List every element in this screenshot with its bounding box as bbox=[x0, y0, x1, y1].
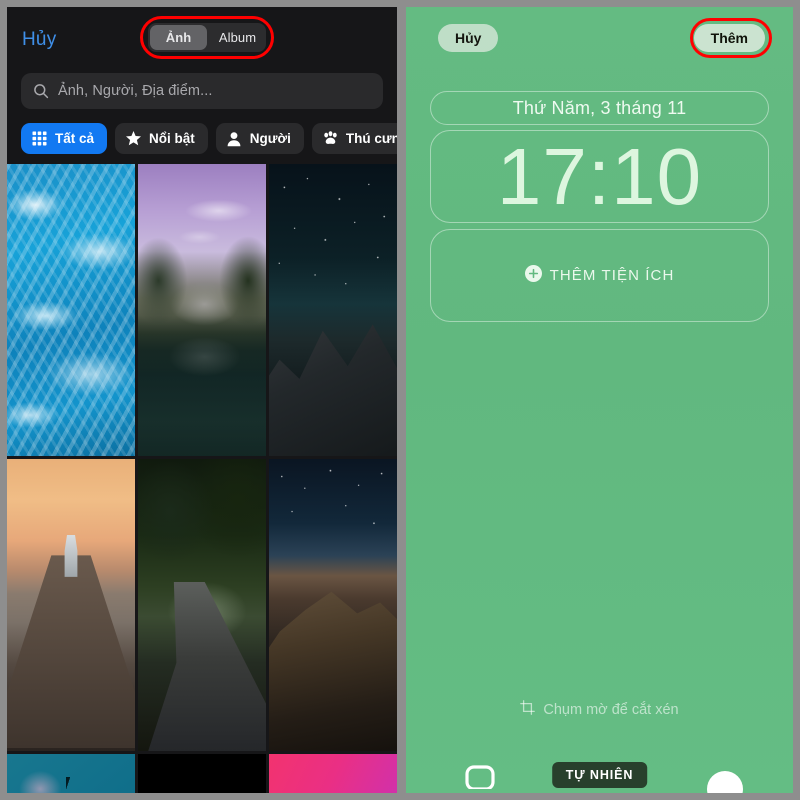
paw-icon bbox=[322, 130, 339, 147]
chip-all[interactable]: Tất cả bbox=[21, 123, 108, 154]
grid-icon bbox=[31, 130, 48, 147]
photo-thumbnail-cloud-burst[interactable] bbox=[138, 754, 266, 793]
flashlight-icon[interactable] bbox=[464, 763, 498, 791]
chip-pets[interactable]: Thú cưng bbox=[311, 123, 397, 154]
crop-hint-text: Chụm mờ để cắt xén bbox=[543, 701, 679, 718]
screenshot-root: Hủy Ảnh Album Ảnh, Người, Địa điểm... Tấ… bbox=[0, 0, 800, 800]
add-widgets-slot[interactable]: THÊM TIỆN ÍCH bbox=[430, 229, 769, 322]
photo-grid[interactable] bbox=[7, 164, 397, 793]
search-placeholder-text: Ảnh, Người, Địa điểm... bbox=[58, 83, 213, 99]
plus-circle-icon bbox=[524, 264, 542, 287]
filter-chips-row[interactable]: Tất cả Nổi bật Người Thú cưn bbox=[21, 123, 397, 154]
chip-featured[interactable]: Nổi bật bbox=[115, 123, 208, 154]
search-input[interactable]: Ảnh, Người, Địa điểm... bbox=[21, 73, 383, 109]
camera-icon[interactable] bbox=[707, 771, 743, 793]
lockscreen-cancel-button[interactable]: Hủy bbox=[438, 24, 499, 52]
photos-albums-segmented-control[interactable]: Ảnh Album bbox=[148, 23, 266, 52]
style-pill-natural[interactable]: TỰ NHIÊN bbox=[551, 762, 648, 788]
cancel-button[interactable]: Hủy bbox=[22, 29, 56, 51]
chip-all-label: Tất cả bbox=[55, 131, 95, 146]
person-icon bbox=[226, 130, 243, 147]
photo-thumbnail-forest-road[interactable] bbox=[138, 459, 266, 751]
tab-albums[interactable]: Album bbox=[209, 23, 266, 52]
chip-pets-label: Thú cưng bbox=[345, 131, 397, 146]
lock-screen-preview-panel: Hủy Thêm Thứ Năm, 3 tháng 11 17:10 THÊM … bbox=[406, 7, 793, 793]
clock-time-text: 17:10 bbox=[496, 131, 703, 221]
photo-picker-panel: Hủy Ảnh Album Ảnh, Người, Địa điểm... Tấ… bbox=[7, 7, 397, 793]
photo-thumbnail-ocean-waves[interactable] bbox=[7, 164, 135, 456]
tab-photos[interactable]: Ảnh bbox=[150, 25, 207, 50]
photo-thumbnail-starry-mountain[interactable] bbox=[269, 164, 397, 456]
photo-thumbnail-palm-tree[interactable] bbox=[7, 754, 135, 793]
lockscreen-add-button[interactable]: Thêm bbox=[693, 24, 765, 52]
chip-people-label: Người bbox=[249, 131, 291, 146]
chip-featured-label: Nổi bật bbox=[149, 131, 195, 146]
photo-thumbnail-night-mountain[interactable] bbox=[269, 459, 397, 751]
crop-icon bbox=[520, 700, 536, 719]
photo-picker-topbar: Hủy Ảnh Album bbox=[7, 7, 397, 64]
date-widget[interactable]: Thứ Năm, 3 tháng 11 bbox=[430, 91, 769, 125]
search-icon bbox=[33, 83, 49, 99]
photo-thumbnail-mountain-lake[interactable] bbox=[138, 164, 266, 456]
chip-people[interactable]: Người bbox=[215, 123, 304, 154]
photo-thumbnail-lighthouse-pier[interactable] bbox=[7, 459, 135, 751]
add-widgets-label: THÊM TIỆN ÍCH bbox=[549, 267, 675, 284]
clock-widget[interactable]: 17:10 bbox=[430, 130, 769, 223]
star-icon bbox=[125, 130, 142, 147]
photo-thumbnail-pink-gradient[interactable] bbox=[269, 754, 397, 793]
crop-hint: Chụm mờ để cắt xén bbox=[406, 700, 793, 719]
